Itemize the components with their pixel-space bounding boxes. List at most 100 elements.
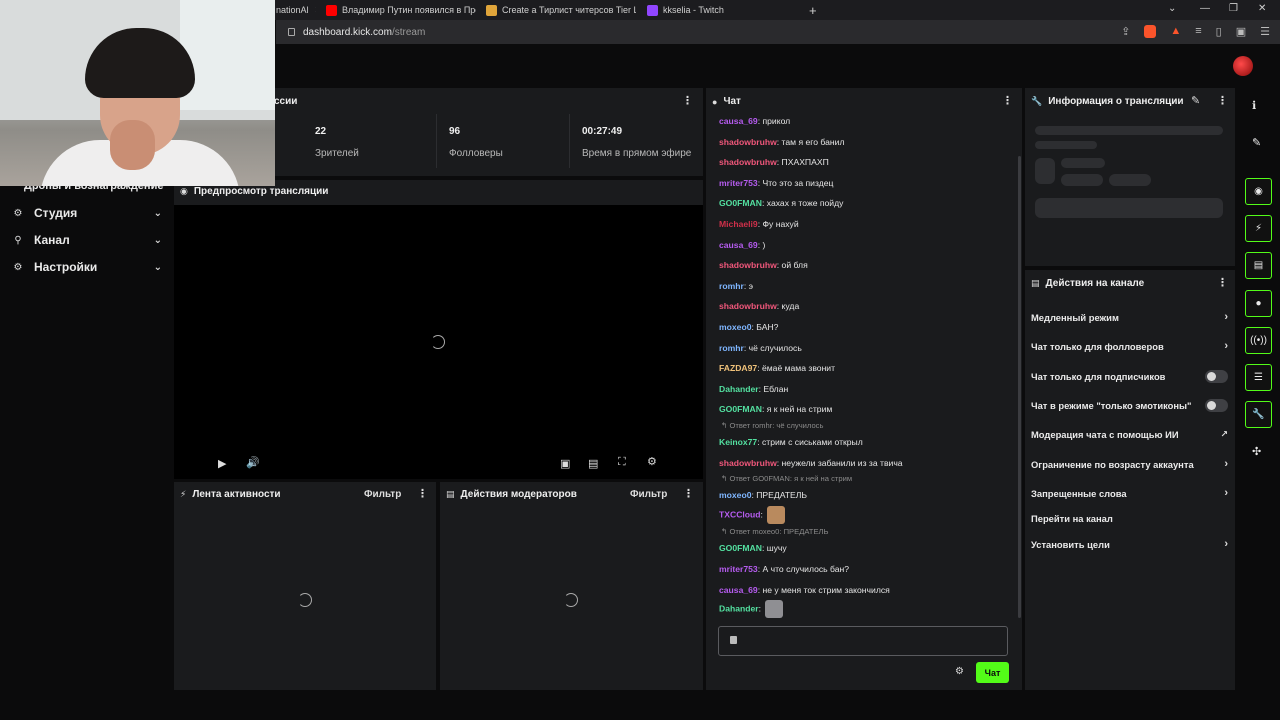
rail-modactions-button[interactable]: ▤	[1245, 252, 1272, 279]
chat-username[interactable]: GO0FMAN	[719, 543, 762, 553]
info-icon[interactable]: ℹ	[1252, 99, 1256, 112]
chat-username[interactable]: mriter753	[719, 178, 758, 188]
chat-send-button[interactable]: Чат	[976, 662, 1009, 683]
fullscreen-icon[interactable]: ⛶	[618, 456, 626, 469]
chat-text: : БАН?	[751, 322, 779, 332]
channel-action-item[interactable]: Медленный режим ›	[1031, 308, 1228, 326]
rail-chat-button[interactable]: ●	[1245, 290, 1272, 317]
chat-username[interactable]: shadowbruhw	[719, 157, 777, 167]
new-tab-button[interactable]: +	[809, 0, 823, 20]
chat-username[interactable]: TXCCloud	[719, 509, 761, 519]
gear-icon[interactable]: ⚙	[647, 455, 657, 468]
pencil-icon[interactable]: ✎	[1252, 136, 1261, 149]
chat-username[interactable]: FAZDA97	[719, 363, 757, 373]
more-icon[interactable]: ⋮	[1002, 94, 1013, 107]
tab-2[interactable]: Владимир Путин появился в Просто	[326, 0, 476, 20]
brave-rewards-icon[interactable]: ▲	[1170, 25, 1181, 38]
more-icon[interactable]: ⋮	[682, 94, 693, 107]
preview-title: ◉ Предпросмотр трансляции	[180, 186, 328, 197]
channel-action-item[interactable]: Перейти на канал	[1031, 509, 1228, 527]
miniplayer-icon[interactable]: ▣	[560, 457, 570, 470]
chat-username[interactable]: romhr	[719, 343, 744, 353]
sidebar-item-settings[interactable]: ⚙ Настройки ⌄	[12, 256, 162, 278]
chat-message: causa_69: )	[719, 240, 765, 250]
brave-shields-icon[interactable]	[1144, 25, 1157, 38]
channel-action-item[interactable]: Ограничение по возрасту аккаунта ›	[1031, 455, 1228, 473]
rail-activity-button[interactable]: ⚡	[1245, 215, 1272, 242]
chat-message: Keinox77: стрим с сиськами открыл	[719, 437, 863, 447]
theater-icon[interactable]: ▤	[588, 457, 598, 470]
webcam-hand	[110, 120, 155, 170]
chat-username[interactable]: moxeo0	[719, 322, 751, 332]
chevron-down-icon: ⌄	[153, 207, 162, 219]
chat-username[interactable]: causa_69	[719, 585, 758, 595]
more-icon[interactable]: ⋮	[417, 487, 428, 500]
chat-username[interactable]: shadowbruhw	[719, 301, 777, 311]
sidebar-icon[interactable]: ▯	[1216, 25, 1222, 38]
emote-icon	[765, 600, 784, 619]
filter-button[interactable]: Фильтр	[630, 489, 667, 500]
chat-input[interactable]	[718, 626, 1008, 656]
tab-1[interactable]: nationAl ✕	[276, 0, 316, 20]
chat-text: : чё случилось	[743, 342, 802, 353]
minimize-icon[interactable]: —	[1200, 3, 1210, 14]
chat-message: romhr: чё случилось	[719, 343, 802, 353]
sidebar-item-channel[interactable]: ⚲ Канал ⌄	[12, 229, 162, 251]
chat-username[interactable]: causa_69	[719, 240, 758, 250]
chat-title-text: Чат	[723, 96, 741, 107]
chat-username[interactable]: causa_69	[719, 116, 758, 126]
toggle-switch[interactable]	[1205, 398, 1228, 412]
more-icon[interactable]: ⋮	[1217, 276, 1228, 289]
chat-scrollbar[interactable]	[1018, 156, 1021, 618]
url-text[interactable]: dashboard.kick.com/stream	[303, 27, 425, 38]
wallet-icon[interactable]: ▣	[1236, 25, 1246, 38]
avatar[interactable]	[1233, 56, 1253, 76]
channel-action-item[interactable]: Запрещенные слова ›	[1031, 484, 1228, 502]
close-icon[interactable]: ✕	[315, 5, 316, 16]
filter-button[interactable]: Фильтр	[364, 489, 401, 500]
chat-username[interactable]: GO0FMAN	[719, 404, 762, 414]
menu-icon[interactable]: ☰	[1260, 25, 1270, 38]
chat-username[interactable]: romhr	[719, 281, 744, 291]
chat-username[interactable]: shadowbruhw	[719, 260, 777, 270]
more-icon[interactable]: ⋮	[1217, 94, 1228, 107]
playlist-icon[interactable]: ≡	[1195, 25, 1201, 38]
channel-action-item[interactable]: Модерация чата с помощью ИИ ↗	[1031, 425, 1228, 443]
webcam-window	[180, 0, 275, 110]
tab-list-icon[interactable]: ⌄	[1168, 3, 1176, 14]
more-icon[interactable]: ⋮	[683, 487, 694, 500]
edit-icon[interactable]: ✎	[1191, 94, 1200, 107]
channel-action-item[interactable]: Чат только для подписчиков	[1031, 367, 1228, 385]
chat-text: : там я его банил	[776, 136, 845, 147]
chat-username[interactable]: Keinox77	[719, 437, 757, 447]
restore-icon[interactable]: ❐	[1229, 3, 1238, 14]
tab-3[interactable]: Create a Тирлист читерсов Tier List -	[486, 0, 636, 20]
close-window-icon[interactable]: ✕	[1258, 3, 1266, 14]
chat-username[interactable]: mriter753	[719, 564, 758, 574]
share-icon[interactable]: ⇪	[1121, 25, 1130, 38]
play-icon[interactable]: ▶	[218, 457, 226, 470]
chat-settings-icon[interactable]: ⚙	[955, 666, 964, 677]
chat-username[interactable]: GO0FMAN	[719, 198, 762, 208]
site-info-icon[interactable]	[288, 28, 295, 36]
tab-4[interactable]: kkselia - Twitch	[647, 0, 797, 20]
address-bar[interactable]: dashboard.kick.com/stream ⇪ ▲ ≡ ▯ ▣ ☰	[276, 20, 1280, 44]
channel-action-item[interactable]: Чат в режиме "только эмотиконы"	[1031, 396, 1228, 414]
channel-action-item[interactable]: Чат только для фолловеров ›	[1031, 337, 1228, 355]
rail-info-button[interactable]: 🔧	[1245, 401, 1272, 428]
rail-preview-button[interactable]: ◉	[1245, 178, 1272, 205]
chat-username[interactable]: shadowbruhw	[719, 458, 777, 468]
chat-username[interactable]: Michaeli9	[719, 219, 758, 229]
volume-icon[interactable]: 🔊	[246, 456, 260, 469]
rail-actions-button[interactable]: ☰	[1245, 364, 1272, 391]
chat-username[interactable]: Dahander	[719, 603, 759, 613]
chat-username[interactable]: moxeo0	[719, 490, 751, 500]
toggle-switch[interactable]	[1205, 369, 1228, 383]
add-widget-icon[interactable]: ✣	[1252, 445, 1261, 458]
video-player[interactable]: ▶ 🔊 ▣ ▤ ⛶ ⚙	[174, 205, 703, 479]
rail-broadcast-button[interactable]: ((•))	[1245, 327, 1272, 354]
chat-username[interactable]: shadowbruhw	[719, 137, 777, 147]
sidebar-item-studio[interactable]: ⚙ Студия ⌄	[12, 202, 162, 224]
chat-username[interactable]: Dahander	[719, 384, 759, 394]
channel-action-item[interactable]: Установить цели ›	[1031, 535, 1228, 553]
